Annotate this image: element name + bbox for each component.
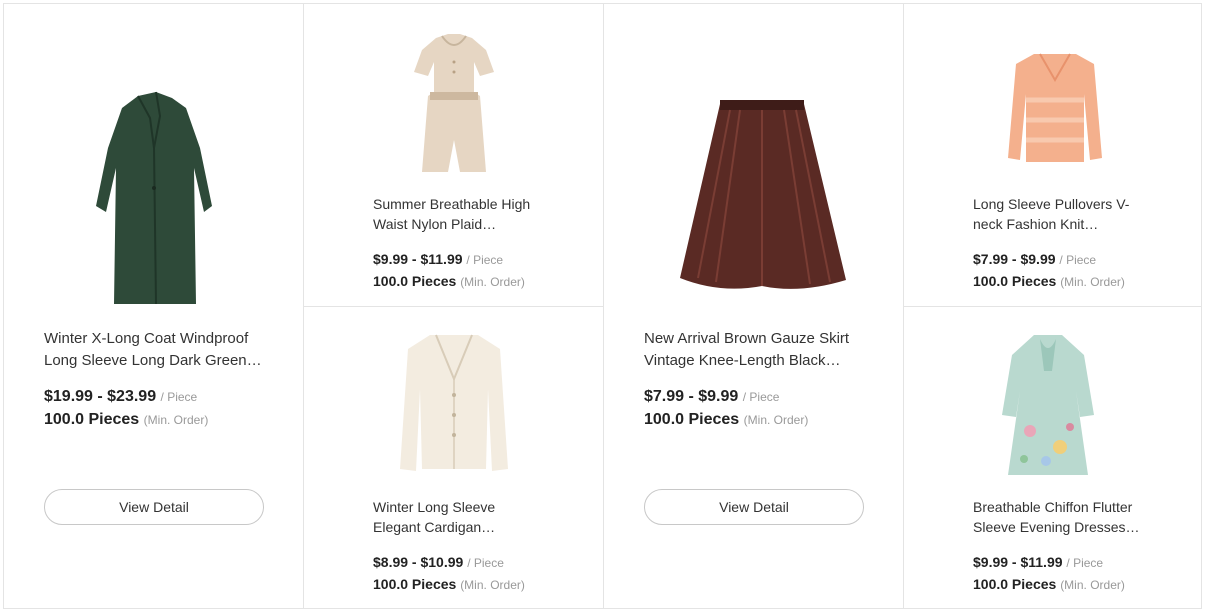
product-price: $7.99 - $9.99 [973, 251, 1056, 267]
cream-cardigan-image[interactable] [396, 329, 512, 481]
product-title[interactable]: Breathable Chiffon Flutter Sleeve Evenin… [973, 497, 1173, 537]
product-title[interactable]: Winter X-Long Coat Windproof Long Sleeve… [44, 328, 274, 372]
product-card-green-coat[interactable]: Winter X-Long Coat Windproof Long Sleeve… [4, 4, 303, 608]
brown-tulle-skirt-image[interactable] [680, 98, 846, 294]
product-card-romper[interactable]: Summer Breathable High Waist Nylon Plaid… [304, 4, 603, 306]
product-price: $9.99 - $11.99 [373, 251, 463, 267]
price-row: $9.99 - $11.99 / Piece [373, 250, 503, 269]
product-card-cardigan[interactable]: Winter Long Sleeve Elegant Cardigan… $8.… [304, 307, 603, 608]
min-order-note: (Min. Order) [743, 413, 809, 427]
price-unit: / Piece [467, 556, 504, 570]
min-order-note: (Min. Order) [1060, 275, 1125, 289]
moq-row: 100.0 Pieces (Min. Order) [373, 575, 525, 594]
price-row: $9.99 - $11.99 / Piece [973, 553, 1103, 572]
min-order-qty: 100.0 Pieces [973, 576, 1057, 592]
moq-row: 100.0 Pieces (Min. Order) [644, 410, 808, 430]
price-unit: / Piece [742, 390, 780, 404]
product-price: $8.99 - $10.99 [373, 554, 464, 570]
product-card-brown-skirt[interactable]: New Arrival Brown Gauze Skirt Vintage Kn… [604, 4, 903, 608]
green-long-coat-image[interactable] [90, 88, 220, 308]
beige-romper-image[interactable] [408, 32, 500, 174]
view-detail-button[interactable]: View Detail [44, 489, 264, 525]
price-row: $7.99 - $9.99 / Piece [973, 250, 1096, 269]
product-price: $9.99 - $11.99 [973, 554, 1063, 570]
min-order-qty: 100.0 Pieces [644, 411, 740, 428]
moq-row: 100.0 Pieces (Min. Order) [373, 272, 525, 291]
floral-dress-image[interactable] [1000, 331, 1096, 479]
peach-sweater-image[interactable] [1008, 50, 1102, 166]
price-unit: / Piece [1066, 556, 1104, 570]
product-price: $19.99 - $23.99 [44, 388, 157, 405]
price-row: $7.99 - $9.99 / Piece [644, 387, 779, 407]
min-order-note: (Min. Order) [460, 578, 525, 592]
min-order-qty: 100.0 Pieces [973, 273, 1057, 289]
view-detail-button[interactable]: View Detail [644, 489, 864, 525]
min-order-qty: 100.0 Pieces [373, 576, 457, 592]
min-order-qty: 100.0 Pieces [373, 273, 457, 289]
min-order-note: (Min. Order) [460, 275, 525, 289]
price-unit: / Piece [160, 390, 198, 404]
moq-row: 100.0 Pieces (Min. Order) [973, 272, 1125, 291]
product-title[interactable]: New Arrival Brown Gauze Skirt Vintage Kn… [644, 328, 874, 372]
product-title[interactable]: Long Sleeve Pullovers V- neck Fashion Kn… [973, 194, 1173, 234]
moq-row: 100.0 Pieces (Min. Order) [973, 575, 1125, 594]
product-title[interactable]: Summer Breathable High Waist Nylon Plaid… [373, 194, 573, 234]
price-row: $8.99 - $10.99 / Piece [373, 553, 504, 572]
product-card-peach-sweater[interactable]: Long Sleeve Pullovers V- neck Fashion Kn… [904, 4, 1202, 306]
min-order-qty: 100.0 Pieces [44, 411, 140, 428]
product-card-floral-dress[interactable]: Breathable Chiffon Flutter Sleeve Evenin… [904, 307, 1202, 608]
price-unit: / Piece [1059, 253, 1097, 267]
product-price: $7.99 - $9.99 [644, 388, 739, 405]
moq-row: 100.0 Pieces (Min. Order) [44, 410, 208, 430]
price-row: $19.99 - $23.99 / Piece [44, 387, 197, 407]
min-order-note: (Min. Order) [143, 413, 209, 427]
min-order-note: (Min. Order) [1060, 578, 1125, 592]
product-title[interactable]: Winter Long Sleeve Elegant Cardigan… [373, 497, 573, 537]
price-unit: / Piece [466, 253, 504, 267]
